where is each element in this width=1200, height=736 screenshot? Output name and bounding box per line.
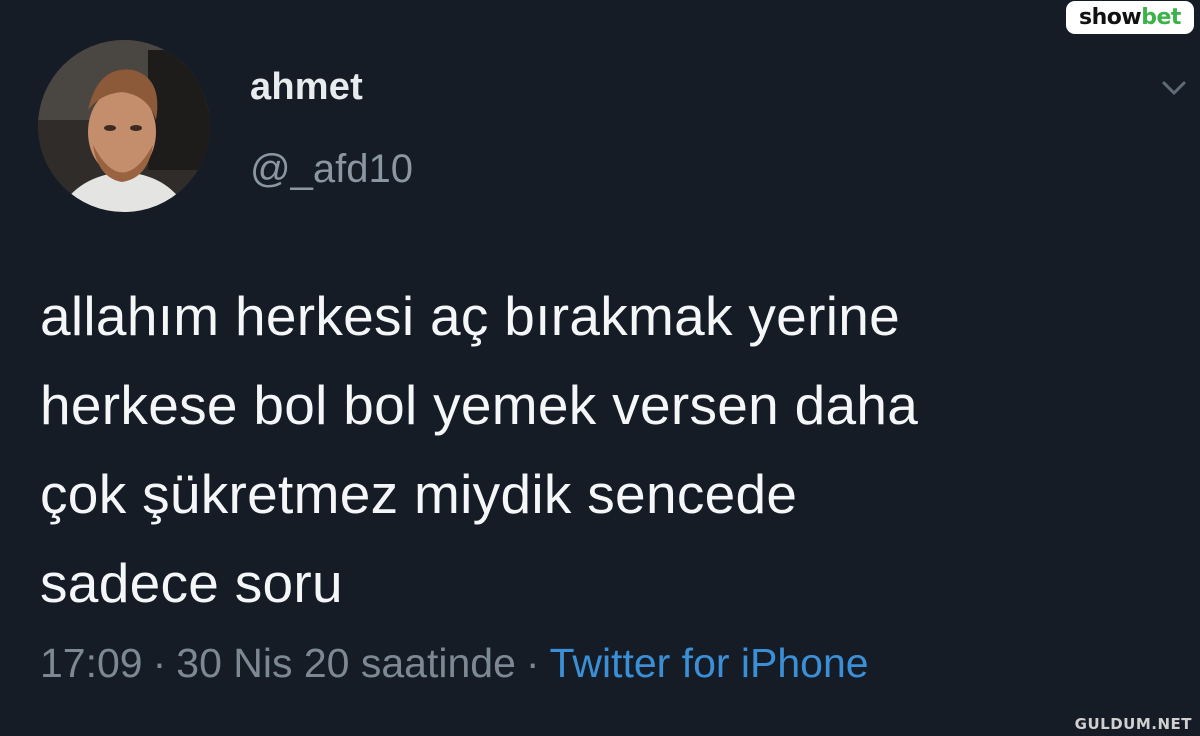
tweet-line: allahım herkesi aç bırakmak yerine	[40, 285, 900, 347]
user-handle[interactable]: @_afd10	[250, 147, 413, 192]
tweet-date[interactable]: 30 Nis 20 saatinde	[176, 640, 516, 686]
brand-logo-part-b: bet	[1141, 5, 1181, 30]
display-name[interactable]: ahmet	[250, 66, 363, 109]
tweet-source-link[interactable]: Twitter for iPhone	[550, 640, 869, 686]
tweet-line: sadece soru	[40, 552, 343, 614]
brand-logo: showbet	[1066, 1, 1194, 34]
tweet-card: ahmet @_afd10 allahım herkesi aç bırakma…	[0, 0, 1200, 736]
chevron-down-icon[interactable]	[1160, 78, 1188, 98]
avatar[interactable]	[38, 40, 210, 212]
tweet-meta: 17:09 · 30 Nis 20 saatinde · Twitter for iPh…	[40, 640, 869, 687]
avatar-photo	[38, 40, 210, 212]
brand-logo-part-a: show	[1079, 5, 1142, 30]
tweet-line: herkese bol bol yemek versen daha	[40, 374, 919, 436]
tweet-line: çok şükretmez miydik sencede	[40, 463, 798, 525]
watermark: GULDUM.NET	[1074, 715, 1192, 733]
tweet-time[interactable]: 17:09	[40, 640, 143, 686]
meta-separator: ·	[525, 640, 540, 686]
tweet-text: allahım herkesi aç bırakmak yerine herke…	[40, 272, 1160, 628]
meta-separator: ·	[152, 640, 167, 686]
